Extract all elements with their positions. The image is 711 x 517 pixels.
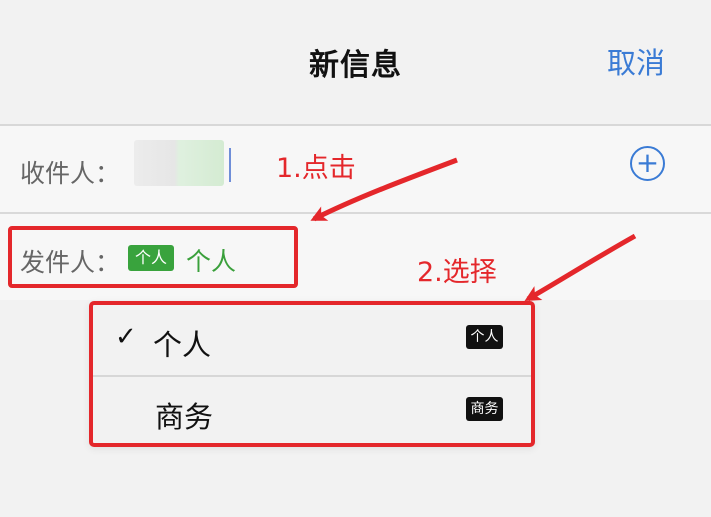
text-cursor bbox=[229, 148, 231, 182]
sender-dropdown-menu[interactable]: ✓ 个人 个人 商务 商务 bbox=[89, 301, 535, 447]
menu-item-business-label: 商务 bbox=[155, 400, 214, 434]
cancel-button[interactable]: 取消 bbox=[607, 40, 665, 82]
check-icon: ✓ bbox=[115, 322, 137, 352]
step-1-annotation: 1.点击 bbox=[276, 153, 356, 184]
sender-badge: 个人 bbox=[128, 245, 174, 271]
step-2-annotation: 2.选择 bbox=[417, 257, 497, 288]
sender-value[interactable]: 个人 bbox=[186, 242, 236, 278]
navigation-bar: 新信息 取消 bbox=[0, 0, 711, 124]
page-title: 新信息 bbox=[309, 48, 402, 83]
recipient-label: 收件人： bbox=[20, 159, 121, 188]
personal-tag: 个人 bbox=[466, 325, 503, 349]
menu-item-personal[interactable]: ✓ 个人 个人 bbox=[93, 305, 531, 377]
menu-item-personal-label: 个人 bbox=[153, 328, 212, 362]
recipient-field[interactable] bbox=[134, 140, 224, 186]
plus-circle-icon: + bbox=[635, 146, 660, 179]
sender-label: 发件人： bbox=[20, 248, 121, 277]
add-recipient-button[interactable]: + bbox=[630, 146, 665, 181]
business-tag: 商务 bbox=[466, 397, 503, 421]
sender-row[interactable]: 发件人： 个人 个人 bbox=[0, 214, 711, 302]
menu-item-business[interactable]: 商务 商务 bbox=[93, 377, 531, 447]
